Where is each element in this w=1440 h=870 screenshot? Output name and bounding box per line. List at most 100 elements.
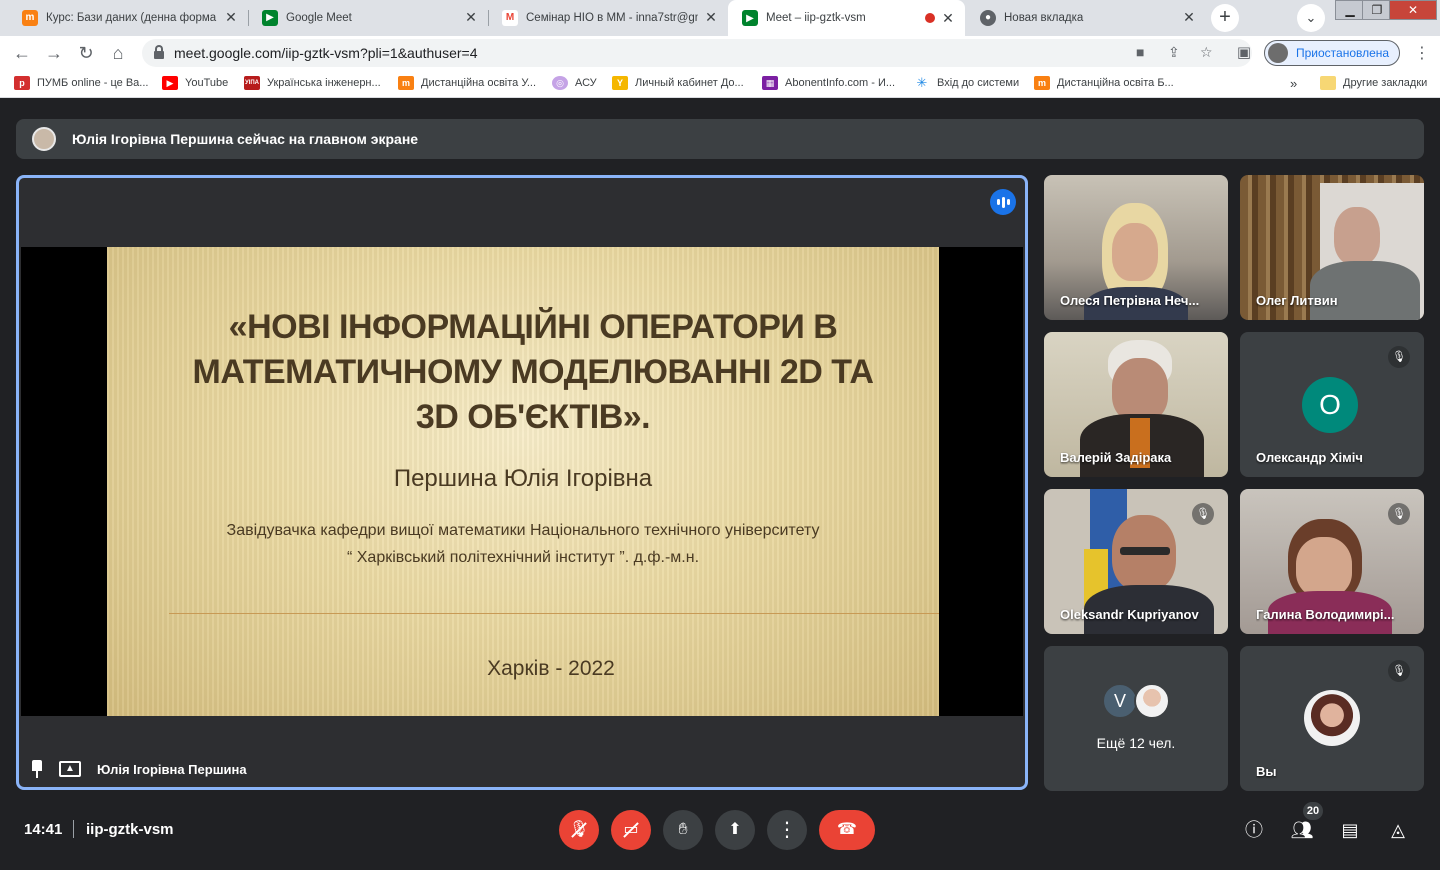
present-screen-button[interactable]: ⬆ — [715, 810, 755, 850]
slide-divider — [169, 613, 939, 614]
slide-position: Завідувачка кафедри вищої математики Нац… — [226, 522, 820, 566]
pumb-icon: p — [14, 76, 30, 90]
people-icon: 👥︎ — [1290, 820, 1314, 840]
bookmark-item[interactable]: m Дистанційна освіта У... — [398, 76, 536, 90]
more-participants-tile[interactable]: V Ещё 12 чел. — [1044, 646, 1228, 791]
minimize-button[interactable]: ▁ — [1335, 0, 1365, 20]
tab-close-icon[interactable]: ✕ — [464, 9, 478, 26]
tab-close-icon[interactable]: ✕ — [1182, 9, 1196, 26]
meeting-details-button[interactable]: ⓘ — [1241, 817, 1267, 843]
address-bar[interactable]: meet.google.com/iip-gztk-vsm?pli=1&authu… — [142, 39, 1252, 67]
moodle-icon: m — [398, 76, 414, 90]
divider — [73, 820, 74, 838]
folder-icon — [1320, 76, 1336, 90]
bookmark-item[interactable]: ▶ YouTube — [162, 76, 228, 90]
people-button[interactable]: 👥︎ — [1289, 817, 1315, 843]
login-icon: ✳ — [914, 76, 930, 90]
pin-icon[interactable] — [29, 760, 45, 778]
bookmark-item[interactable]: ▦ AbonentInfo.com - И... — [762, 76, 895, 90]
self-tile[interactable]: 🎙︎ Вы — [1240, 646, 1424, 791]
browser-menu-icon[interactable]: ⋮ — [1414, 43, 1430, 63]
hand-icon: ✋︎ — [678, 821, 688, 838]
mic-off-icon: 🎙︎ — [1388, 503, 1410, 525]
maximize-button[interactable]: ❐ — [1362, 0, 1392, 20]
participant-tile[interactable]: Олеся Петрівна Неч... — [1044, 175, 1228, 320]
slide-title: «НОВІ ІНФОРМАЦІЙНІ ОПЕРАТОРИ В МАТЕМАТИЧ… — [192, 308, 874, 436]
moodle-icon: m — [1034, 76, 1050, 90]
presenting-icon: ▲ — [59, 761, 81, 777]
chat-button[interactable]: ▤ — [1337, 817, 1363, 843]
bookmark-item[interactable]: ◎ АСУ — [552, 76, 597, 90]
side-panel-icon[interactable]: ▣ — [1232, 41, 1256, 65]
mic-toggle-button[interactable]: 🎙︎ — [559, 810, 599, 850]
speaking-indicator-icon — [990, 189, 1016, 215]
presentation-slide: «НОВІ ІНФОРМАЦІЙНІ ОПЕРАТОРИ В МАТЕМАТИЧ… — [107, 247, 939, 716]
participant-tile[interactable]: 🎙︎ О Олександр Хіміч — [1240, 332, 1424, 477]
bookmark-item[interactable]: m Дистанційна освіта Б... — [1034, 76, 1174, 90]
avatar — [32, 127, 56, 151]
slide-author: Першина Юлія Ігорівна — [393, 465, 653, 492]
tab-close-icon[interactable]: ✕ — [704, 9, 718, 26]
tab-meet-active[interactable]: ▶ Meet – iip-gztk-vsm ✕ — [728, 0, 965, 36]
asu-icon: ◎ — [552, 76, 568, 90]
leave-call-button[interactable]: ☎︎ — [819, 810, 875, 850]
slide-city: Харків - 2022 — [487, 657, 615, 680]
youtube-icon: ▶ — [162, 76, 178, 90]
bookmarks-overflow-button[interactable]: » — [1290, 76, 1297, 91]
avatar: V — [1102, 683, 1138, 719]
bookmark-item[interactable]: УІПА Українська інженерн... — [244, 76, 381, 90]
camera-in-use-icon[interactable]: ■ — [1136, 44, 1144, 60]
gmail-icon: M — [502, 9, 518, 26]
shared-screen: «НОВІ ІНФОРМАЦІЙНІ ОПЕРАТОРИ В МАТЕМАТИЧ… — [21, 247, 1023, 716]
moodle-icon: m — [22, 9, 38, 26]
tab-close-icon[interactable]: ✕ — [224, 9, 238, 26]
tab-gmail[interactable]: M Семінар НІО в ММ - inna7str@gma ✕ — [488, 3, 728, 32]
presenter-name: Юлія Ігорівна Першина — [97, 761, 247, 777]
participant-count-badge: 20 — [1303, 802, 1323, 820]
tab-close-icon[interactable]: ✕ — [941, 10, 955, 27]
bookmark-star-icon[interactable]: ☆ — [1200, 44, 1213, 61]
participant-tile[interactable]: 🎙︎ Oleksandr Kupriyanov — [1044, 489, 1228, 634]
browser-tab-bar: m Курс: Бази даних (денна форма на ✕ ▶ G… — [0, 0, 1440, 36]
more-options-button[interactable]: ⋮ — [767, 810, 807, 850]
stage-footer: ▲ Юлія Ігорівна Першина — [29, 760, 247, 778]
avatar: О — [1302, 377, 1358, 433]
main-stage[interactable]: «НОВІ ІНФОРМАЦІЙНІ ОПЕРАТОРИ В МАТЕМАТИЧ… — [16, 175, 1028, 790]
banner-text: Юлія Ігорівна Першина сейчас на главном … — [72, 131, 419, 147]
profile-button[interactable]: Приостановлена — [1264, 40, 1400, 66]
participant-tile[interactable]: 🎙︎ Галина Володимирі... — [1240, 489, 1424, 634]
mic-off-icon: 🎙︎ — [1388, 346, 1410, 368]
tab-search-chevron-icon[interactable]: ⌄ — [1297, 4, 1325, 32]
forward-arrow-icon[interactable]: → — [42, 41, 66, 65]
tab-new-tab[interactable]: ● Новая вкладка ✕ — [966, 3, 1206, 32]
home-icon[interactable]: ⌂ — [106, 41, 130, 65]
mic-off-icon: 🎙︎ — [1192, 503, 1214, 525]
window-close-button[interactable]: ✕ — [1389, 0, 1437, 20]
other-bookmarks-folder[interactable]: Другие закладки — [1320, 76, 1427, 90]
url-text[interactable]: meet.google.com/iip-gztk-vsm?pli=1&authu… — [174, 45, 478, 61]
avatar — [1134, 683, 1170, 719]
new-tab-button[interactable]: + — [1211, 4, 1239, 32]
camera-toggle-button[interactable]: ▭ — [611, 810, 651, 850]
bookmark-item[interactable]: p ПУМБ online - це Ва... — [14, 76, 148, 90]
bookmark-item[interactable]: Y Личный кабинет До... — [612, 76, 744, 90]
presentation-banner: Юлія Ігорівна Першина сейчас на главном … — [16, 119, 1424, 159]
participant-tile[interactable]: Олег Литвин — [1240, 175, 1424, 320]
meeting-code: iip-gztk-vsm — [86, 821, 174, 838]
cabinet-icon: Y — [612, 76, 628, 90]
meeting-clock: 14:41 — [24, 821, 63, 838]
more-vert-icon: ⋮ — [777, 819, 797, 841]
meet-icon: ▶ — [742, 10, 758, 26]
raise-hand-button[interactable]: ✋︎ — [663, 810, 703, 850]
activities-button[interactable]: ◬ — [1385, 817, 1411, 843]
share-icon[interactable]: ⇪ — [1168, 44, 1180, 61]
hang-up-icon: ☎︎ — [837, 821, 857, 838]
tab-google-meet[interactable]: ▶ Google Meet ✕ — [248, 3, 488, 32]
tab-moodle-course[interactable]: m Курс: Бази даних (денна форма на ✕ — [8, 3, 248, 32]
lock-icon[interactable] — [154, 45, 164, 59]
participant-tile[interactable]: Валерій Задірака — [1044, 332, 1228, 477]
bookmark-item[interactable]: ✳ Вхід до системи — [914, 76, 1019, 90]
back-arrow-icon[interactable]: ← — [10, 41, 34, 65]
chrome-icon: ● — [980, 9, 996, 26]
reload-icon[interactable]: ↻ — [74, 41, 98, 65]
